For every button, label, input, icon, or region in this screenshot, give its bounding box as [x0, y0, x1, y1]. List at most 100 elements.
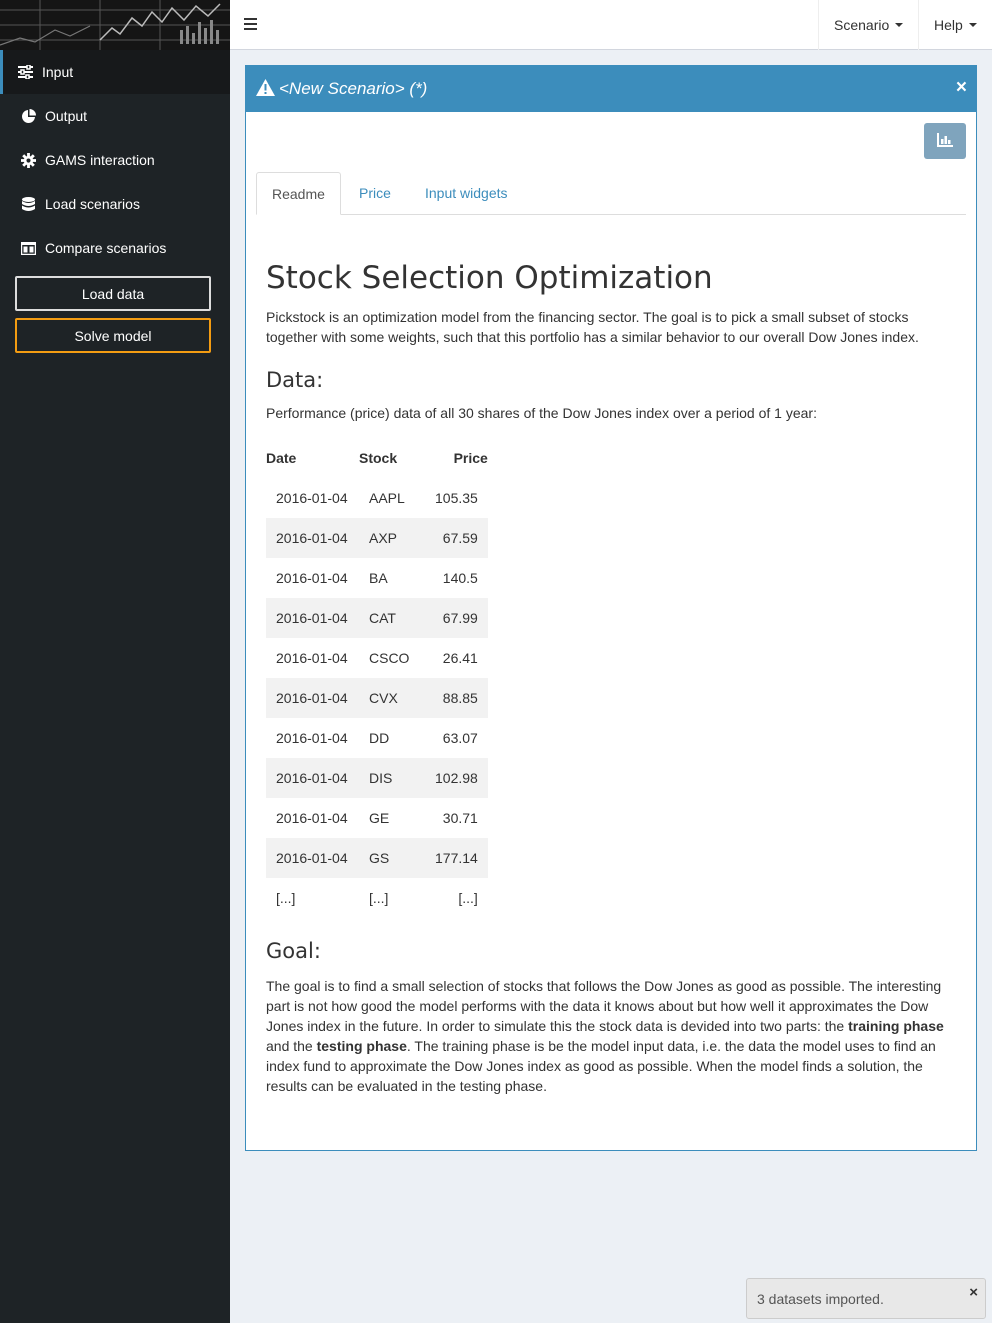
cell-price: 67.59: [425, 518, 488, 558]
cell-stock: GS: [359, 838, 425, 878]
cell-date: 2016-01-04: [266, 838, 359, 878]
table-header-row: Date Stock Price: [266, 438, 488, 478]
sidebar-item-output[interactable]: Output: [0, 94, 230, 138]
cell-stock: BA: [359, 558, 425, 598]
goal-paragraph: The goal is to find a small selection of…: [266, 976, 946, 1096]
close-icon[interactable]: ×: [956, 78, 967, 98]
table-row: 2016-01-04 AAPL 105.35: [266, 478, 488, 518]
warning-icon: [256, 79, 275, 99]
table-row: 2016-01-04 GE 30.71: [266, 798, 488, 838]
sidebar-item-load-scenarios[interactable]: Load scenarios: [0, 182, 230, 226]
cell-date: 2016-01-04: [266, 598, 359, 638]
close-icon[interactable]: ×: [969, 1284, 978, 1301]
sidebar-item-input[interactable]: Input: [0, 50, 230, 94]
cell-date: 2016-01-04: [266, 798, 359, 838]
cell-stock: AXP: [359, 518, 425, 558]
help-dropdown-label: Help: [934, 17, 963, 33]
cell-price: 63.07: [425, 718, 488, 758]
table-row: 2016-01-04 GS 177.14: [266, 838, 488, 878]
scenario-box-header: <New Scenario> (*) ×: [246, 66, 976, 112]
tab-price[interactable]: Price: [344, 172, 406, 214]
cell-price: [...]: [425, 878, 488, 918]
caret-down-icon: [895, 23, 904, 27]
cell-date: 2016-01-04: [266, 758, 359, 798]
pie-chart-icon: [20, 108, 36, 124]
scenario-dropdown[interactable]: Scenario: [818, 0, 918, 50]
sliders-icon: [17, 64, 33, 80]
cell-stock: CAT: [359, 598, 425, 638]
cell-date: 2016-01-04: [266, 638, 359, 678]
column-header-price: Price: [453, 450, 488, 466]
table-row: 2016-01-04 DIS 102.98: [266, 758, 488, 798]
table-row: 2016-01-04 AXP 67.59: [266, 518, 488, 558]
cell-price: 30.71: [425, 798, 488, 838]
columns-icon: [20, 240, 36, 256]
tab-readme[interactable]: Readme: [256, 172, 341, 215]
cell-price: 26.41: [425, 638, 488, 678]
cell-price: 177.14: [425, 838, 488, 878]
column-header-stock: Stock: [359, 450, 398, 466]
sidebar-item-label: Input: [42, 64, 74, 80]
table-row: [...] [...] [...]: [266, 878, 488, 918]
help-dropdown[interactable]: Help: [918, 0, 992, 50]
database-icon: [20, 196, 36, 212]
data-description: Performance (price) data of all 30 share…: [266, 405, 817, 421]
gear-icon: [20, 152, 36, 168]
sidebar-toggle-icon[interactable]: [244, 14, 260, 34]
cell-date: 2016-01-04: [266, 478, 359, 518]
table-row: 2016-01-04 BA 140.5: [266, 558, 488, 598]
solve-model-button[interactable]: Solve model: [15, 318, 211, 353]
cell-date: 2016-01-04: [266, 678, 359, 718]
cell-price: 88.85: [425, 678, 488, 718]
goal-text: and the: [266, 1038, 317, 1054]
cell-date: 2016-01-04: [266, 518, 359, 558]
table-row: 2016-01-04 CVX 88.85: [266, 678, 488, 718]
goal-bold-text: training phase: [848, 1018, 944, 1034]
logo-image: [0, 0, 230, 50]
data-heading: Data:: [266, 368, 324, 392]
price-table: Date Stock Price 2016-01-04 AAPL 105.35 201…: [266, 438, 488, 918]
load-data-button[interactable]: Load data: [15, 276, 211, 311]
bar-chart-icon: [937, 132, 953, 150]
scenario-box: <New Scenario> (*) × Readme Price Input …: [245, 65, 977, 1151]
scenario-dropdown-label: Scenario: [834, 17, 890, 33]
table-row: 2016-01-04 CAT 67.99: [266, 598, 488, 638]
sidebar-item-label: Compare scenarios: [45, 240, 167, 256]
caret-down-icon: [968, 23, 977, 27]
table-row: 2016-01-04 CSCO 26.41: [266, 638, 488, 678]
cell-stock: DD: [359, 718, 425, 758]
sidebar: Input Output GAMS interaction Load scena…: [0, 0, 230, 1323]
cell-date: 2016-01-04: [266, 718, 359, 758]
page-title: Stock Selection Optimization: [266, 260, 713, 296]
column-header-date: Date: [266, 450, 297, 466]
goal-bold-text: testing phase: [316, 1038, 407, 1054]
top-navbar: Scenario Help: [230, 0, 992, 50]
cell-price: 105.35: [425, 478, 488, 518]
chart-view-button[interactable]: [924, 123, 966, 159]
sidebar-item-label: GAMS interaction: [45, 152, 155, 168]
cell-price: 140.5: [425, 558, 488, 598]
sidebar-menu: Input Output GAMS interaction Load scena…: [0, 50, 230, 270]
tab-bar: Readme Price Input widgets: [256, 172, 966, 215]
cell-stock: CVX: [359, 678, 425, 718]
cell-price: 102.98: [425, 758, 488, 798]
goal-heading: Goal:: [266, 939, 321, 963]
cell-stock: DIS: [359, 758, 425, 798]
cell-stock: CSCO: [359, 638, 425, 678]
intro-paragraph: Pickstock is an optimization model from …: [266, 309, 919, 345]
goal-text: The goal is to find a small selection of…: [266, 978, 942, 1034]
tab-input-widgets[interactable]: Input widgets: [410, 172, 523, 214]
cell-date: [...]: [266, 878, 359, 918]
cell-stock: GE: [359, 798, 425, 838]
notification-toast: 3 datasets imported. ×: [746, 1278, 986, 1319]
notification-message: 3 datasets imported.: [757, 1290, 884, 1307]
cell-date: 2016-01-04: [266, 558, 359, 598]
scenario-title: <New Scenario> (*): [279, 79, 428, 98]
sidebar-item-gams-interaction[interactable]: GAMS interaction: [0, 138, 230, 182]
cell-stock: AAPL: [359, 478, 425, 518]
sidebar-item-label: Output: [45, 108, 88, 124]
sidebar-item-compare-scenarios[interactable]: Compare scenarios: [0, 226, 230, 270]
cell-price: 67.99: [425, 598, 488, 638]
table-row: 2016-01-04 DD 63.07: [266, 718, 488, 758]
sidebar-item-label: Load scenarios: [45, 196, 140, 212]
